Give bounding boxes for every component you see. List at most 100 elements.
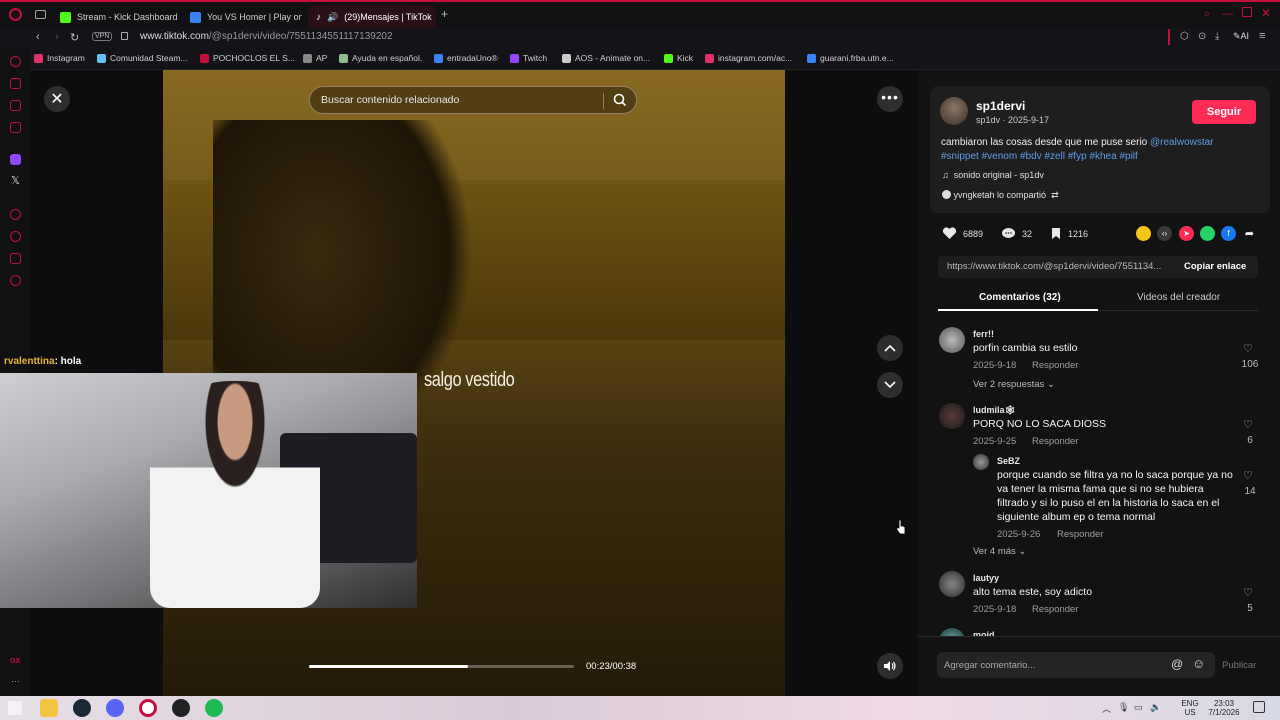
save-stat[interactable]: 1216 (1050, 227, 1088, 240)
minimize-icon[interactable]: — (1222, 8, 1233, 20)
file-explorer-icon[interactable] (40, 699, 58, 717)
close-window-icon[interactable]: ✕ (1261, 6, 1271, 20)
start-icon[interactable] (8, 701, 22, 715)
sidebar-x-icon[interactable]: 𝕏 (11, 174, 20, 187)
reply-avatar[interactable] (973, 454, 989, 470)
tab-kick-dashboard[interactable]: Stream - Kick Dashboard (52, 5, 180, 29)
view-replies-button[interactable]: Ver 2 respuestas ⌄ (973, 379, 1055, 390)
commenter-name[interactable]: SeBZ (997, 456, 1020, 466)
url-field[interactable]: www.tiktok.com/@sp1dervi/video/755113455… (140, 31, 393, 42)
new-tab-button[interactable]: + (441, 7, 448, 21)
close-video-button[interactable]: ✕ (44, 86, 70, 112)
bookmark-ap[interactable]: AP (303, 53, 327, 63)
bookmark-steam[interactable]: Comunidad Steam... (97, 53, 187, 63)
sidebar-history-icon[interactable] (10, 231, 21, 242)
maximize-icon[interactable] (1242, 7, 1252, 17)
download-icon[interactable]: ⤓ (1215, 31, 1219, 42)
comment-like-heart-icon[interactable]: ♡ (1243, 469, 1253, 482)
reply-button[interactable]: Responder (1032, 604, 1078, 615)
comment-like-heart-icon[interactable]: ♡ (1243, 342, 1253, 355)
sidebar-messenger-icon[interactable] (10, 100, 21, 111)
volume-button[interactable] (877, 653, 903, 679)
bookmark-instagram-account[interactable]: instagram.com/ac... (705, 53, 792, 63)
comment-like-heart-icon[interactable]: ♡ (1243, 586, 1253, 599)
reload-icon[interactable]: ↻ (70, 31, 79, 44)
sound-link[interactable]: ♫ sonido original - sp1dv (942, 170, 1044, 180)
aria-ai-button[interactable]: ✎AI (1233, 31, 1249, 42)
sidebar-music-icon[interactable] (10, 122, 21, 133)
bookmark-kick[interactable]: Kick (664, 53, 693, 63)
like-stat[interactable]: 6889 (942, 227, 983, 240)
easy-setup-icon[interactable]: ≡ (1259, 30, 1265, 42)
commenter-name[interactable]: ferr!! (973, 329, 994, 339)
emoji-icon[interactable]: ☺ (1192, 656, 1205, 671)
next-video-button[interactable] (877, 372, 903, 398)
obs-taskbar-icon[interactable] (172, 699, 190, 717)
sidebar-player-icon[interactable] (10, 209, 21, 220)
author-username[interactable]: sp1dervi (976, 99, 1025, 113)
video-link[interactable]: https://www.tiktok.com/@sp1dervi/video/7… (947, 261, 1171, 272)
video-progress-bar[interactable] (309, 665, 574, 668)
back-icon[interactable]: ‹ (36, 31, 40, 43)
search-icon[interactable] (612, 92, 628, 108)
hashtags[interactable]: #snippet #venom #bdv #zell #fyp #khea #p… (941, 151, 1138, 162)
facebook-icon[interactable]: f (1221, 226, 1236, 241)
opera-logo-icon[interactable] (9, 8, 22, 21)
sidebar-settings-icon[interactable] (10, 275, 21, 286)
reply-button[interactable]: Responder (1032, 360, 1078, 371)
author-avatar[interactable] (940, 97, 968, 125)
more-options-button[interactable]: ••• (877, 86, 903, 112)
commenter-avatar[interactable] (939, 403, 965, 429)
previous-video-button[interactable] (877, 335, 903, 361)
comment-stat[interactable]: 32 (1001, 227, 1032, 240)
comment-like-heart-icon[interactable]: ♡ (1243, 418, 1253, 431)
search-tabs-icon[interactable]: ⌕ (1204, 8, 1210, 21)
tray-chevron-up-icon[interactable]: ︿ (1102, 702, 1111, 715)
commenter-avatar[interactable] (939, 571, 965, 597)
clock[interactable]: 23:03 7/1/2026 (1204, 699, 1244, 717)
notifications-icon[interactable] (1253, 701, 1265, 713)
share-repost-icon[interactable] (1136, 226, 1151, 241)
sidebar-extensions-icon[interactable] (10, 253, 21, 264)
reply-button[interactable]: Responder (1032, 436, 1078, 447)
snapshot-icon[interactable]: ⊙ (1198, 31, 1206, 42)
bookmark-twitch[interactable]: Twitch (510, 53, 547, 63)
mention-at-icon[interactable]: @ (1171, 657, 1183, 671)
tab-tiktok[interactable]: ♪ 🔊 (29)Mensajes | TikTok (308, 5, 436, 29)
commenter-name[interactable]: ludmila🕸 (973, 405, 1016, 416)
view-more-replies-button[interactable]: Ver 4 más ⌄ (973, 546, 1026, 557)
follow-button[interactable]: Seguir (1192, 100, 1256, 124)
bookmark-pochoclos[interactable]: POCHOCLOS EL S... (200, 53, 295, 63)
send-to-friend-icon[interactable]: ➤ (1179, 226, 1194, 241)
tab-comments[interactable]: Comentarios (32) (979, 292, 1061, 303)
whatsapp-icon[interactable] (1200, 226, 1215, 241)
tab-creator-videos[interactable]: Videos del creador (1137, 292, 1220, 303)
commenter-name[interactable]: lautyy (973, 573, 999, 583)
tab-overview-icon[interactable] (35, 10, 46, 19)
extensions-icon[interactable]: ⬡ (1180, 31, 1189, 42)
bookmark-entradauno[interactable]: entradaUno® (434, 53, 498, 63)
bookmark-ayuda[interactable]: Ayuda en español. (339, 53, 422, 63)
sidebar-home-icon[interactable] (10, 56, 21, 67)
copy-link-button[interactable]: Copiar enlace (1184, 261, 1246, 272)
reply-button[interactable]: Responder (1057, 529, 1103, 540)
speaker-tray-icon[interactable]: 🔈 (1150, 702, 1161, 713)
spotify-taskbar-icon[interactable] (205, 699, 223, 717)
steam-taskbar-icon[interactable] (73, 699, 91, 717)
bookmark-guarani[interactable]: guarani.frba.utn.e... (807, 53, 894, 63)
commenter-avatar[interactable] (939, 327, 965, 353)
sidebar-twitch-icon[interactable] (10, 154, 21, 165)
opera-gx-taskbar-icon[interactable] (139, 699, 157, 717)
microphone-icon[interactable]: 🎙 (1118, 702, 1129, 713)
discord-taskbar-icon[interactable] (106, 699, 124, 717)
forward-icon[interactable]: › (55, 31, 59, 43)
bookmark-instagram[interactable]: Instagram (34, 53, 85, 63)
related-search[interactable]: Buscar contenido relacionado (309, 86, 637, 114)
embed-code-icon[interactable]: ‹› (1157, 226, 1172, 241)
speaker-icon[interactable]: 🔊 (327, 12, 338, 23)
mention-link[interactable]: @realwowstar (1150, 137, 1214, 148)
tab-homer-game[interactable]: You VS Homer | Play on R (182, 5, 302, 29)
network-icon[interactable]: ▭ (1134, 702, 1143, 713)
sidebar-more-icon[interactable]: ··· (11, 676, 20, 686)
share-arrow-icon[interactable]: ➦ (1242, 226, 1257, 241)
